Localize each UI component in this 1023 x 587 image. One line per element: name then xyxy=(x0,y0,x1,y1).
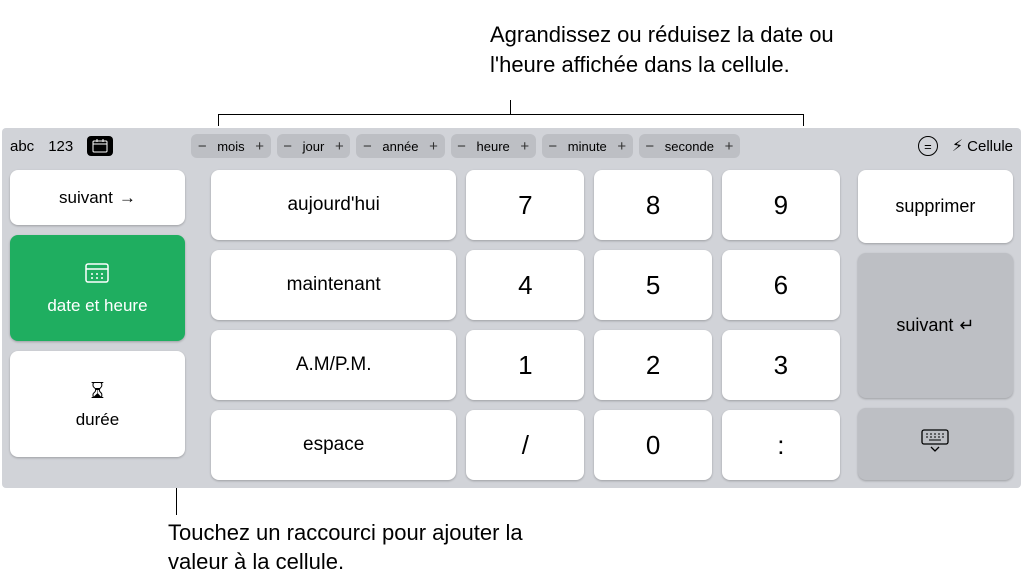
callout-bracket-top-r xyxy=(803,114,804,126)
annotation-top: Agrandissez ou réduisez la date ou l'heu… xyxy=(490,20,890,79)
stepper-seconde-minus[interactable]: − xyxy=(639,138,661,155)
formula-icon[interactable]: = xyxy=(918,136,938,156)
keyboard-dismiss-icon xyxy=(920,429,950,458)
callout-stem-top xyxy=(510,100,511,114)
keyboard-main: suivant → date et heure ⏳︎ durée aujourd… xyxy=(2,164,1021,486)
stepper-jour-minus[interactable]: − xyxy=(277,138,299,155)
key-5[interactable]: 5 xyxy=(594,250,712,320)
key-8[interactable]: 8 xyxy=(594,170,712,240)
key-colon[interactable]: : xyxy=(722,410,840,480)
maintenant-button[interactable]: maintenant xyxy=(211,250,457,320)
key-1[interactable]: 1 xyxy=(466,330,584,400)
numpad: 7 8 9 4 5 6 1 2 3 / 0 : xyxy=(466,170,839,480)
key-6[interactable]: 6 xyxy=(722,250,840,320)
supprimer-button[interactable]: supprimer xyxy=(858,170,1013,243)
dismiss-keyboard-button[interactable] xyxy=(858,408,1013,481)
keyboard-panel: abc 123 − mois + − jour + − année + xyxy=(2,128,1021,488)
stepper-heure: − heure + xyxy=(451,134,536,158)
date-heure-button[interactable]: date et heure xyxy=(10,235,185,341)
key-3[interactable]: 3 xyxy=(722,330,840,400)
ampm-button[interactable]: A.M/P.M. xyxy=(211,330,457,400)
stepper-heure-label: heure xyxy=(473,139,514,154)
stepper-seconde-plus[interactable]: + xyxy=(718,138,740,155)
cell-button-label: Cellule xyxy=(967,138,1013,155)
hourglass-icon: ⏳︎ xyxy=(90,378,104,404)
espace-button[interactable]: espace xyxy=(211,410,457,480)
annotation-bottom: Touchez un raccourci pour ajouter la val… xyxy=(168,518,568,577)
tab-abc[interactable]: abc xyxy=(10,136,34,157)
cell-button[interactable]: ⚡︎ Cellule xyxy=(952,136,1013,156)
keyboard-top-bar: abc 123 − mois + − jour + − année + xyxy=(2,128,1021,164)
key-2[interactable]: 2 xyxy=(594,330,712,400)
stepper-seconde: − seconde + xyxy=(639,134,740,158)
aujourdhui-button[interactable]: aujourd'hui xyxy=(211,170,457,240)
suivant-left-button[interactable]: suivant → xyxy=(10,170,185,225)
stepper-mois: − mois + xyxy=(191,134,270,158)
duree-button[interactable]: ⏳︎ durée xyxy=(10,351,185,457)
shortcut-column: aujourd'hui maintenant A.M/P.M. espace xyxy=(211,170,457,480)
stepper-annee-minus[interactable]: − xyxy=(356,138,378,155)
calendar-icon xyxy=(84,260,110,290)
suivant-left-label: suivant xyxy=(59,188,113,208)
stepper-mois-minus[interactable]: − xyxy=(191,138,213,155)
stepper-group: − mois + − jour + − année + − heure + − xyxy=(191,134,740,158)
duree-label: durée xyxy=(76,410,119,430)
stepper-minute-plus[interactable]: + xyxy=(611,138,633,155)
callout-bracket-top-l xyxy=(218,114,219,126)
stepper-mois-plus[interactable]: + xyxy=(249,138,271,155)
right-column: supprimer suivant ↵ xyxy=(858,170,1013,480)
stepper-jour-label: jour xyxy=(299,139,329,154)
suivant-right-label: suivant xyxy=(896,315,953,336)
left-column: suivant → date et heure ⏳︎ durée xyxy=(10,170,185,480)
date-heure-label: date et heure xyxy=(47,296,147,316)
mode-tabs: abc 123 xyxy=(10,136,113,157)
bolt-icon: ⚡︎ xyxy=(952,136,963,156)
stepper-mois-label: mois xyxy=(213,139,248,154)
suivant-right-button[interactable]: suivant ↵ xyxy=(858,253,1013,398)
stepper-minute-label: minute xyxy=(564,139,611,154)
stepper-heure-minus[interactable]: − xyxy=(451,138,473,155)
key-9[interactable]: 9 xyxy=(722,170,840,240)
stepper-jour-plus[interactable]: + xyxy=(328,138,350,155)
tab-123[interactable]: 123 xyxy=(48,136,73,157)
key-4[interactable]: 4 xyxy=(466,250,584,320)
stepper-jour: − jour + xyxy=(277,134,351,158)
return-icon: ↵ xyxy=(959,315,974,336)
key-slash[interactable]: / xyxy=(466,410,584,480)
key-0[interactable]: 0 xyxy=(594,410,712,480)
stepper-annee-plus[interactable]: + xyxy=(423,138,445,155)
key-7[interactable]: 7 xyxy=(466,170,584,240)
stepper-seconde-label: seconde xyxy=(661,139,718,154)
topbar-right: = ⚡︎ Cellule xyxy=(918,136,1013,156)
arrow-right-icon: → xyxy=(119,188,136,208)
stepper-heure-plus[interactable]: + xyxy=(514,138,536,155)
callout-bracket-top-h xyxy=(218,114,804,115)
stepper-annee-label: année xyxy=(378,139,422,154)
stepper-minute: − minute + xyxy=(542,134,633,158)
stepper-annee: − année + xyxy=(356,134,444,158)
tab-datetime-icon[interactable] xyxy=(87,136,113,156)
stepper-minute-minus[interactable]: − xyxy=(542,138,564,155)
